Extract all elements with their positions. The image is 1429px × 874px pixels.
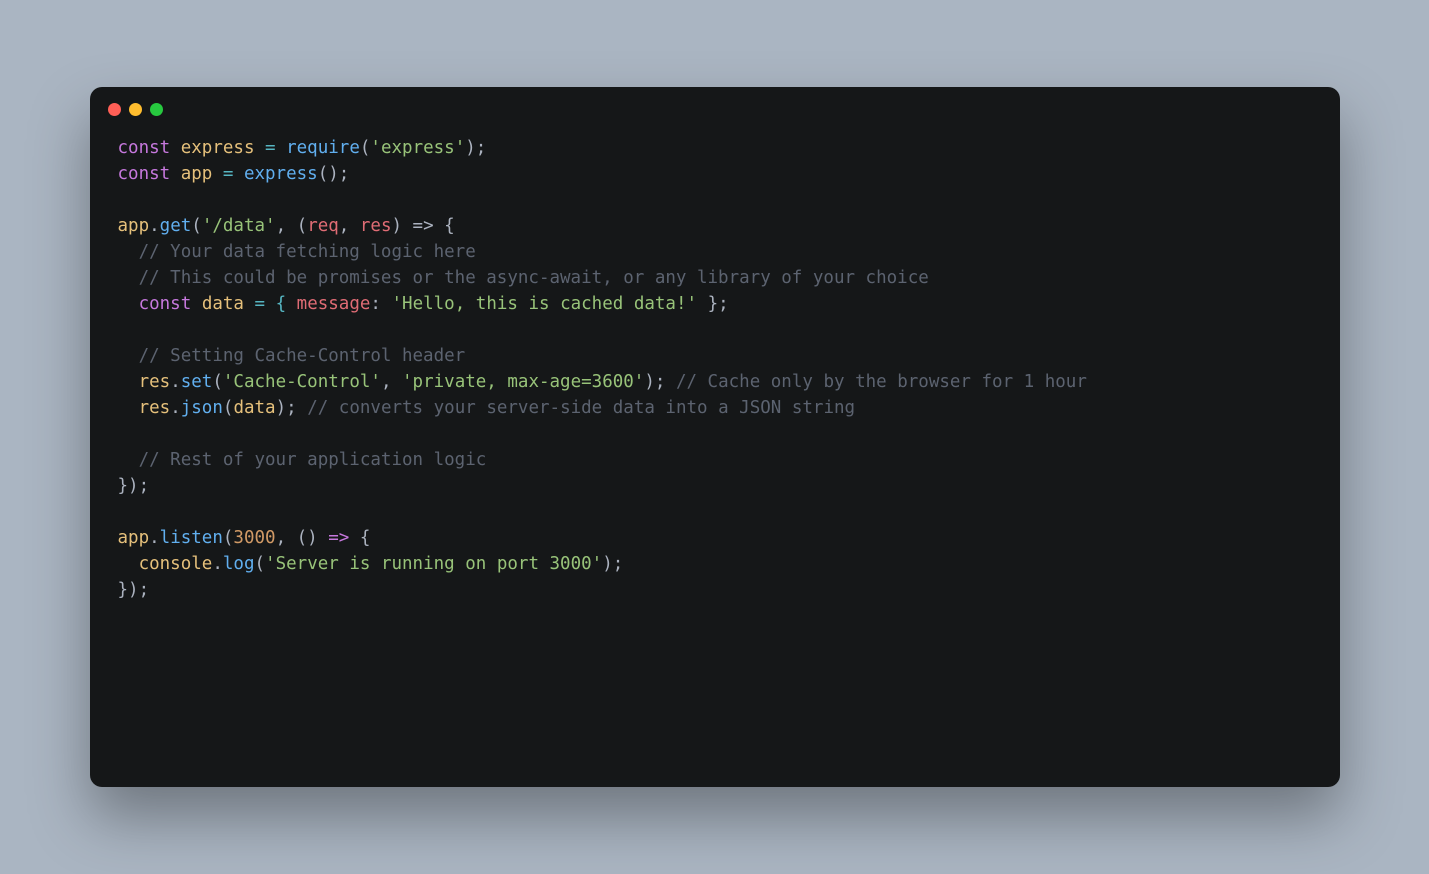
close-icon[interactable]: [108, 103, 121, 116]
code-line-6: // This could be promises or the async-a…: [118, 268, 929, 288]
minimize-icon[interactable]: [129, 103, 142, 116]
code-line-11: res.json(data); // converts your server-…: [118, 398, 856, 418]
code-line-9: // Setting Cache-Control header: [118, 346, 466, 366]
code-line-2: const app = express();: [118, 164, 350, 184]
window-titlebar: [90, 87, 1340, 131]
code-line-10: res.set('Cache-Control', 'private, max-a…: [118, 372, 1087, 392]
code-line-1: const express = require('express');: [118, 138, 487, 158]
code-editor: const express = require('express'); cons…: [90, 131, 1340, 631]
code-line-7: const data = { message: 'Hello, this is …: [118, 294, 729, 314]
code-line-14: });: [118, 476, 150, 496]
code-line-18: });: [118, 580, 150, 600]
code-line-5: // Your data fetching logic here: [118, 242, 476, 262]
code-line-13: // Rest of your application logic: [118, 450, 487, 470]
maximize-icon[interactable]: [150, 103, 163, 116]
code-line-16: app.listen(3000, () => {: [118, 528, 371, 548]
code-line-4: app.get('/data', (req, res) => {: [118, 216, 455, 236]
code-window: const express = require('express'); cons…: [90, 87, 1340, 787]
code-line-17: console.log('Server is running on port 3…: [118, 554, 624, 574]
